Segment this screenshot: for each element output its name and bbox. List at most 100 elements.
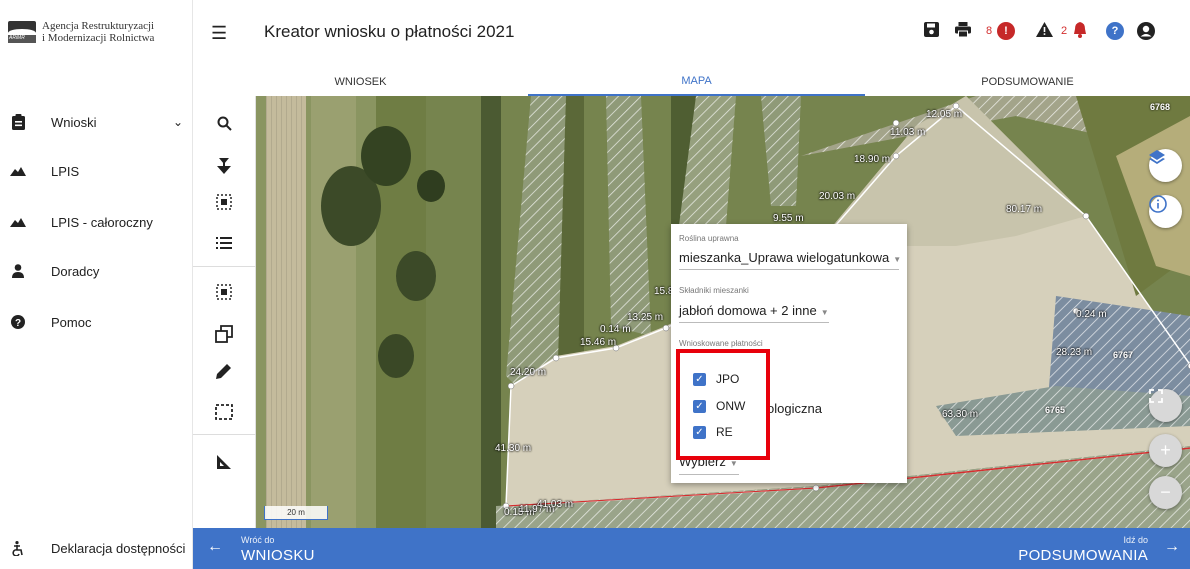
info-button[interactable] <box>1149 195 1182 228</box>
accessibility-icon <box>0 540 36 556</box>
error-icon[interactable]: ! <box>997 22 1015 40</box>
logo-badge-text: ARiMR <box>9 35 25 41</box>
accessibility-declaration-link[interactable]: Deklaracja dostępności <box>0 533 193 563</box>
select-area-icon[interactable] <box>211 189 237 215</box>
partially-hidden-text: ologiczna <box>767 401 822 416</box>
payments-label: Wnioskowane płatności <box>679 339 763 348</box>
sidebar-item-lpis-caloroczny[interactable]: LPIS - całoroczny <box>0 207 193 237</box>
sidebar-item-pomoc[interactable]: ? Pomoc <box>0 307 193 337</box>
highlight-annotation <box>676 349 770 460</box>
components-underline <box>679 322 829 323</box>
measurement-label: 63.30 m <box>942 409 979 420</box>
next-caption: Idź do <box>1123 535 1148 545</box>
measurement-label: 24.20 m <box>510 367 547 378</box>
measurement-label: 41.03 m <box>537 499 574 510</box>
measurement-label: 11.03 m <box>890 127 926 138</box>
measurement-label: 41.30 m <box>495 443 532 454</box>
measurement-label: 20.03 m <box>819 191 856 202</box>
select-underline <box>679 474 739 475</box>
measure-angle-icon[interactable] <box>211 449 237 475</box>
caret-down-icon: ▼ <box>893 255 902 264</box>
measurement-label: 80.17 m <box>1006 204 1043 215</box>
arrow-left-icon[interactable]: ← <box>207 538 223 556</box>
dashed-rectangle-icon[interactable] <box>211 399 237 425</box>
sidebar-item-label: Doradcy <box>51 263 100 279</box>
measurement-label: 18.90 m <box>854 154 891 165</box>
crop-select[interactable]: mieszanka_Uprawa wielogatunkowa ▼ <box>679 250 901 265</box>
arrow-right-icon[interactable]: → <box>1164 538 1180 556</box>
mountain-icon <box>0 166 36 176</box>
app-root: ARiMR Agencja Restrukturyzacji i Moderni… <box>0 0 1190 569</box>
zoom-out-button[interactable]: − <box>1149 476 1182 509</box>
crop-label: Roślina uprawna <box>679 234 739 243</box>
tab-wniosek[interactable]: WNIOSEK <box>193 68 528 96</box>
measurement-label: 13.25 m <box>627 312 664 323</box>
components-select[interactable]: jabłoń domowa + 2 inne ▼ <box>679 303 829 318</box>
sidebar-item-label: Pomoc <box>51 314 92 330</box>
menu-icon[interactable]: ☰ <box>211 23 227 44</box>
save-icon[interactable] <box>924 22 939 42</box>
sidebar-item-label: LPIS <box>51 163 80 179</box>
caret-down-icon: ▼ <box>820 308 829 317</box>
layers-button[interactable] <box>1149 149 1182 182</box>
clipboard-icon <box>0 114 36 130</box>
parcel-number: 6768 <box>1150 102 1171 112</box>
help-icon: ? <box>0 315 36 329</box>
tab-mapa[interactable]: MAPA <box>528 68 865 96</box>
print-icon[interactable] <box>955 22 971 42</box>
map-scale-bar: 20 m <box>264 506 328 520</box>
sidebar: ARiMR Agencja Restrukturyzacji i Moderni… <box>0 0 193 569</box>
zoom-in-button[interactable]: + <box>1149 434 1182 467</box>
tools-divider <box>193 434 256 435</box>
sidebar-item-label: LPIS - całoroczny <box>51 214 153 230</box>
components-label: Składniki mieszanki <box>679 286 749 295</box>
measurement-label: 0.24 m <box>1076 309 1107 320</box>
warning-icon[interactable] <box>1036 22 1053 42</box>
minus-icon: − <box>1160 482 1171 502</box>
back-button[interactable]: WNIOSKU <box>241 547 315 564</box>
measurement-label: 12.05 m <box>926 109 963 120</box>
caret-down-icon: ▼ <box>729 459 738 468</box>
person-icon <box>0 264 36 278</box>
sidebar-item-label: Wnioski <box>51 114 97 130</box>
sidebar-item-doradcy[interactable]: Doradcy <box>0 256 193 286</box>
top-header: ☰ Kreator wniosku o płatności 2021 8 ! 2… <box>193 0 1190 68</box>
parcel-number: 6767 <box>1113 350 1134 360</box>
measurement-label: 0.14 m <box>600 324 631 335</box>
move-down-icon[interactable] <box>211 154 237 180</box>
parcel-number: 6765 <box>1045 405 1066 415</box>
measurement-label: 28.23 m <box>1056 347 1093 358</box>
mountain-icon <box>0 217 36 227</box>
measurement-label: 9.55 m <box>773 213 804 224</box>
chevron-down-icon: ⌄ <box>172 115 183 129</box>
map-tools <box>193 96 256 528</box>
next-button[interactable]: PODSUMOWANIA <box>1018 547 1148 564</box>
search-icon[interactable] <box>211 110 237 136</box>
tab-podsumowanie[interactable]: PODSUMOWANIE <box>865 68 1190 96</box>
accessibility-label: Deklaracja dostępności <box>51 540 186 556</box>
crop-underline <box>679 269 899 270</box>
footer-nav: ← Wróć do WNIOSKU Idź do PODSUMOWANIA → <box>193 528 1190 569</box>
arimr-logo[interactable]: ARiMR Agencja Restrukturyzacji i Moderni… <box>8 20 154 44</box>
crop-value: mieszanka_Uprawa wielogatunkowa <box>679 250 890 265</box>
org-name-line1: Agencja Restrukturyzacji <box>42 20 155 32</box>
sidebar-item-lpis[interactable]: LPIS <box>0 156 193 186</box>
copy-shape-icon[interactable] <box>211 321 237 347</box>
measurement-label: 15.46 m <box>580 337 617 348</box>
sidebar-item-wnioski[interactable]: Wnioski ⌄ <box>0 107 193 137</box>
bell-icon[interactable] <box>1073 22 1087 43</box>
back-caption: Wróć do <box>241 535 275 545</box>
tools-divider <box>193 266 256 267</box>
list-icon[interactable] <box>211 230 237 256</box>
errors-count: 8 <box>986 25 993 37</box>
fullscreen-button[interactable] <box>1149 389 1182 422</box>
pencil-icon[interactable] <box>211 358 237 384</box>
svg-text:?: ? <box>15 318 21 329</box>
org-name-line2: i Modernizacji Rolnictwa <box>42 32 155 44</box>
plus-icon: + <box>1160 440 1171 460</box>
components-value: jabłoń domowa + 2 inne <box>679 303 817 318</box>
select-area-icon[interactable] <box>211 279 237 305</box>
help-icon[interactable]: ? <box>1106 22 1124 40</box>
account-icon[interactable] <box>1137 22 1155 45</box>
warnings-count: 2 <box>1061 25 1068 37</box>
